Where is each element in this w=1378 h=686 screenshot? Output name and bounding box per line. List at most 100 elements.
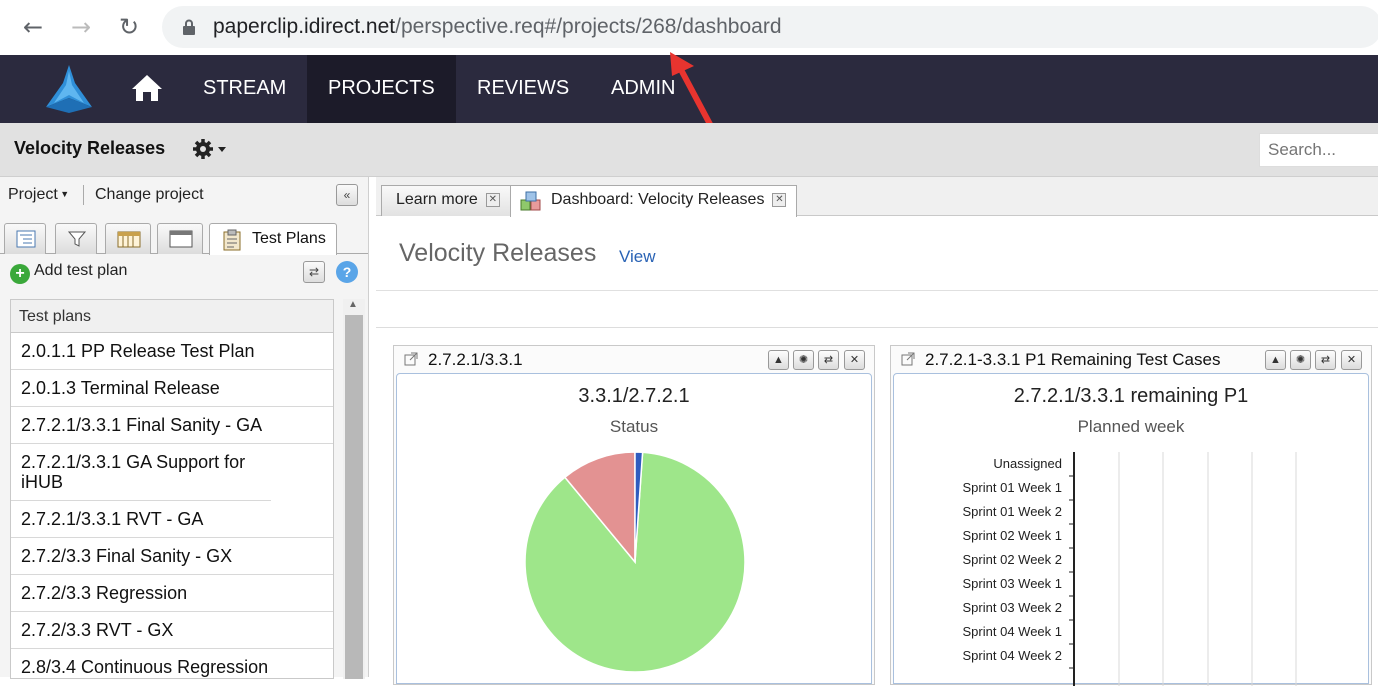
nav-admin[interactable]: ADMIN [590,55,696,123]
list-item[interactable]: 2.8/3.4 Continuous Regression [11,649,333,678]
scrollbar[interactable]: ▲ [343,299,365,679]
settings-icon[interactable]: ✺ [1290,350,1311,370]
top-navigation: STREAM PROJECTS REVIEWS ADMIN [0,55,1378,123]
page-title: Velocity Releases [399,239,597,267]
window-icon [169,230,193,248]
tick-label: Sprint 03 Week 1 [963,576,1062,591]
list-item[interactable]: 2.0.1.1 PP Release Test Plan [11,333,333,370]
move-up-icon[interactable]: ▲ [1265,350,1286,370]
url-text: paperclip.idirect.net/perspective.req#/p… [213,15,782,39]
gear-icon[interactable] [192,137,230,161]
refresh-icon[interactable]: ⇄ [818,350,839,370]
list-item[interactable]: 2.0.1.3 Terminal Release [11,370,333,407]
list-item[interactable]: 2.7.2/3.3 Regression [11,575,333,612]
widget-title: 2.7.2.1/3.3.1 [428,350,523,369]
close-icon[interactable]: ✕ [1341,350,1362,370]
tick-label: Unassigned [993,456,1062,471]
browser-toolbar: ← → ↻ paperclip.idirect.net/perspective.… [0,0,1378,55]
widget-body: 3.3.1/2.7.2.1 Status [396,373,872,684]
list-item[interactable]: 2.7.2/3.3 Final Sanity - GX [11,538,333,575]
search-input[interactable] [1259,133,1378,167]
settings-icon[interactable]: ✺ [793,350,814,370]
add-test-plan-button[interactable]: + Add test plan [10,262,127,284]
widget-title: 2.7.2.1-3.3.1 P1 Remaining Test Cases [925,350,1221,369]
tick-label: Sprint 02 Week 1 [963,528,1062,543]
lock-icon [183,19,195,35]
widget-remaining-p1: 2.7.2.1-3.3.1 P1 Remaining Test Cases ▲ … [890,345,1372,686]
calendar-icon [117,231,141,248]
url-host: paperclip.idirect.net [213,15,396,38]
project-header-bar: Velocity Releases [0,123,1378,177]
scroll-up-icon[interactable]: ▲ [348,299,358,310]
close-icon[interactable]: ✕ [485,193,500,207]
plus-icon: + [10,264,30,284]
widget-status-pie: 2.7.2.1/3.3.1 ▲ ✺ ⇄ ✕ 3.3.1/2.7.2.1 Stat… [393,345,875,685]
tab-dashboard-label: Dashboard: Velocity Releases [551,191,765,208]
tick-label: Sprint 03 Week 2 [963,600,1062,615]
tab-learn-more[interactable]: Learn more ✕ [381,185,511,216]
tab-filter[interactable] [55,223,97,254]
address-bar[interactable]: paperclip.idirect.net/perspective.req#/p… [162,6,1378,48]
tick-label: Sprint 04 Week 2 [963,648,1062,663]
close-icon[interactable]: ✕ [844,350,865,370]
divider [376,327,1378,328]
nav-projects[interactable]: PROJECTS [307,55,456,123]
nav-stream[interactable]: STREAM [182,55,307,123]
bar-chart: Unassigned Sprint 01 Week 1 Sprint 01 Week… [963,452,1297,686]
view-link[interactable]: View [619,247,656,267]
tab-dashboard[interactable]: Dashboard: Velocity Releases ✕ [510,185,798,217]
list-item[interactable]: 2.7.2.1/3.3.1 RVT - GA [11,501,333,538]
tick-label: Sprint 04 Week 1 [963,624,1062,639]
content-tabs: Learn more ✕ Dashboard: Velocity Releases… [376,177,1378,217]
tick-label: Sprint 01 Week 1 [963,480,1062,495]
left-tabstrip: Test Plans [0,221,368,255]
dashboard-icon [520,191,541,211]
close-icon[interactable]: ✕ [772,193,787,207]
logo-icon[interactable] [42,63,96,115]
back-arrow-icon[interactable]: ← [18,12,48,42]
widget-header: 2.7.2.1-3.3.1 P1 Remaining Test Cases ▲ … [891,346,1371,373]
widget-body: 2.7.2.1/3.3.1 remaining P1 Planned week … [893,373,1369,686]
project-menu-label: Project [8,186,58,203]
refresh-button[interactable]: ⇄ [303,261,325,283]
list-item[interactable]: 2.7.2.1/3.3.1 GA Support for iHUB [11,444,271,501]
move-up-icon[interactable]: ▲ [768,350,789,370]
tab-tree[interactable] [4,223,46,254]
forward-arrow-icon[interactable]: → [66,12,96,42]
tab-learn-more-label: Learn more [396,191,478,208]
popout-icon[interactable] [901,352,915,366]
tab-test-plans[interactable]: Test Plans [209,223,337,255]
reload-icon[interactable]: ↻ [114,12,144,42]
url-path: /perspective.req#/projects/268/dashboard [395,15,782,38]
widget-header: 2.7.2.1/3.3.1 ▲ ✺ ⇄ ✕ [394,346,874,373]
project-menu[interactable]: Project ▼ [8,186,69,204]
add-test-plan-label: Add test plan [34,262,128,279]
filter-icon [67,231,87,247]
list-item[interactable]: 2.7.2/3.3 RVT - GX [11,612,333,649]
scroll-thumb[interactable] [345,315,363,679]
nav-reviews[interactable]: REVIEWS [456,55,590,123]
separator [83,185,84,205]
popout-icon[interactable] [404,352,418,366]
tick-label: Sprint 02 Week 2 [963,552,1062,567]
refresh-icon[interactable]: ⇄ [1315,350,1336,370]
list-item[interactable]: 2.7.2.1/3.3.1 Final Sanity - GA [11,407,333,444]
project-name: Velocity Releases [14,138,166,158]
help-icon[interactable]: ? [336,261,358,283]
clipboard-icon [223,229,241,251]
dashboard-area: Learn more ✕ Dashboard: Velocity Releases… [376,177,1378,686]
collapse-panel-button[interactable]: « [336,184,358,206]
tab-window[interactable] [157,223,203,254]
tree-icon [16,230,36,248]
left-panel: Project ▼ Change project « Test Plans + … [0,177,369,679]
pie-chart [524,451,746,673]
grid-header[interactable]: Test plans [11,300,333,333]
home-icon[interactable] [130,73,164,103]
tab-test-plans-label: Test Plans [252,230,326,247]
caret-down-icon: ▼ [57,189,70,199]
tab-calendar[interactable] [105,223,151,254]
test-plans-grid: Test plans 2.0.1.1 PP Release Test Plan … [10,299,334,679]
change-project-link[interactable]: Change project [95,186,204,204]
tick-label: Sprint 01 Week 2 [963,504,1062,519]
divider [376,290,1378,291]
